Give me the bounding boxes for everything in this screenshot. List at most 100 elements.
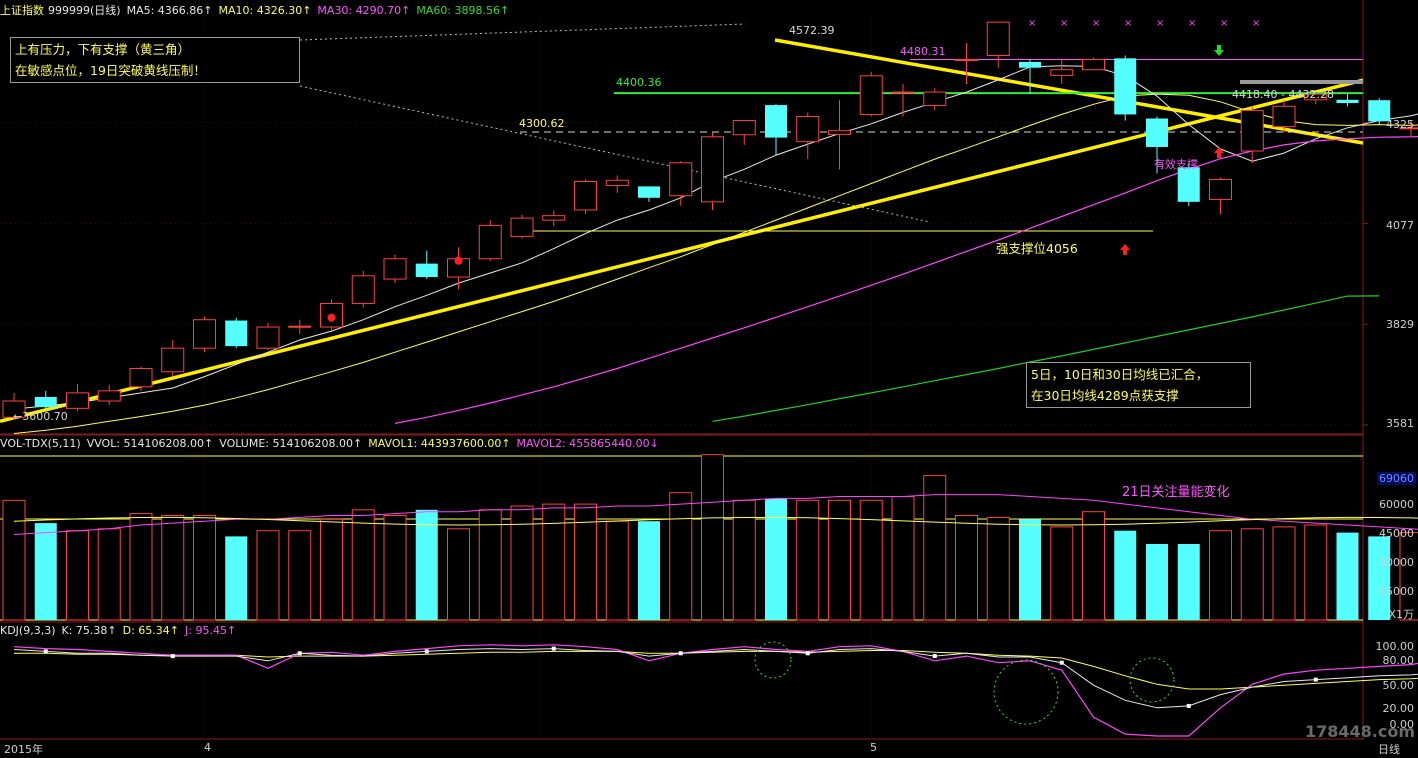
candle-up [288,325,312,328]
kdj-k-point [424,649,429,654]
price-tick: 4325 [1386,118,1414,131]
volume-bar-down [1368,536,1391,620]
candle-up [574,181,597,211]
kdj-tick: 100.00 [1375,640,1415,653]
x-marker: × [1188,18,1196,29]
candle-up [383,258,407,280]
volume-panel [0,454,1418,621]
candle-down [415,263,438,278]
volume-bar-up [510,505,534,621]
volume-bar-up [129,513,153,621]
kdj-k-point [1186,703,1191,708]
candle-down [1177,167,1200,202]
kdj-k-point [932,654,937,659]
volume-bar-down [1114,530,1137,620]
volume-bar-down [34,523,57,620]
triangle-note: 上有压力，下有支撑（黄三角） 在敏感点位，19日突破黄线压制！ [10,37,300,83]
ma-note-line1: 5日，10日和30日均线已汇合， [1031,367,1209,382]
x-marker: × [1060,18,1068,29]
volume-bar-up [161,515,185,621]
candle-up [828,130,851,135]
volume-header-label-4: MAVOL2: 455865440.00↓ [516,437,659,450]
volume-bar-up [351,509,375,621]
candle-down [1146,118,1168,147]
candle-up [66,392,89,409]
volume-header-label-3: MAVOL1: 443937600.00↑ [368,437,511,450]
kdj-tick: 20.00 [1382,702,1415,715]
kdj-k-point [678,651,683,656]
volume-bar-up [320,518,343,621]
volume-bar-up [256,530,280,621]
kdj-header-label-3: J: 95.45↑ [185,624,237,637]
x-marker: × [1156,18,1164,29]
volume-bar-up [66,530,89,621]
price-header: 上证指数 999999(日线) MA5: 4366.86↑ MA10: 4326.30… [0,3,521,19]
candle-up [510,217,534,237]
kdj-k-point [43,649,48,654]
candle-up [923,91,947,106]
volume-bar-up [859,499,883,621]
highlight-circle [754,641,792,679]
candle-up [161,347,185,373]
ma-header-label-3: MA60: 3898.56↑ [416,4,510,17]
candle-up [1082,59,1105,71]
watermark: 178448.com [1305,722,1416,741]
volume-header-label-2: VOLUME: 514106208.00↑ [219,437,363,450]
candle-up [193,319,216,349]
low-label: ←3600.70 [13,410,68,423]
volume-bar-down [225,536,248,620]
pointer-line-bottom [299,85,931,223]
candle-up [256,326,280,349]
highlight-circle [1129,657,1175,703]
kdj-j-line [13,644,1418,737]
volume-bar-down [1177,544,1200,620]
volume-tick: 15000 [1379,585,1414,598]
kdj-tick: 80.00 [1382,654,1415,667]
volume-bar-up [288,530,312,621]
candle-up [542,215,566,221]
volume-bar-up [1050,526,1074,621]
candle-up [986,21,1010,56]
volume-bar-down [1336,532,1359,620]
volume-header-label-0: VOL-TDX(5,11) [0,437,81,450]
volume-bar-up [701,454,724,621]
kdj-k-point [170,654,175,659]
candle-up [732,120,756,136]
x-marker: × [1220,18,1228,29]
kdj-panel [13,641,1418,737]
ma-note-line2: 在30日均线4289点获支撑 [1031,388,1179,403]
candle-down [34,396,57,408]
volume-bar-up [97,528,121,621]
highlight-circle [993,659,1059,725]
volume-bar-down [1019,519,1041,620]
kdj-k-point [551,646,556,651]
ma-note: 5日，10日和30日均线已汇合， 在30日均线4289点获支撑 [1026,362,1251,408]
candle-up [1050,69,1074,76]
volume-tick: 45000 [1379,527,1414,540]
volume-bar-up [732,499,756,621]
volume-bar-down [415,509,438,620]
kdj-tick: 50.00 [1382,679,1415,692]
candle-up [1272,105,1296,128]
effective-support-label: 有效支撑 [1154,158,1198,171]
volume-bar-up [1209,530,1232,621]
x-marker: × [1124,18,1132,29]
kdj-k-point [1059,660,1064,665]
ma-header-label-1: MA10: 4326.30↑ [218,4,312,17]
ma-header-label-2: MA30: 4290.70↑ [317,4,411,17]
kdj-header: KDJ(9,3,3) K: 75.38↑ D: 65.34↑ J: 95.45↑ [0,623,242,639]
volume-bar-up [923,475,947,621]
x-marker: × [1252,18,1260,29]
period-label: 日线 [1378,743,1400,756]
candle-up [1240,109,1264,152]
volume-bar-up [1240,528,1264,621]
range-label: 4418.40 - 4432.28 [1232,88,1334,101]
candle-up [129,367,153,388]
candle-up [796,115,820,143]
volume-bar-up [1304,524,1328,621]
volume-bar-down [765,498,787,620]
candle-up [605,179,629,187]
kdj-header-label-1: K: 75.38↑ [61,624,117,637]
volume-bar-up [1272,526,1296,621]
volume-bar-up [955,515,978,621]
